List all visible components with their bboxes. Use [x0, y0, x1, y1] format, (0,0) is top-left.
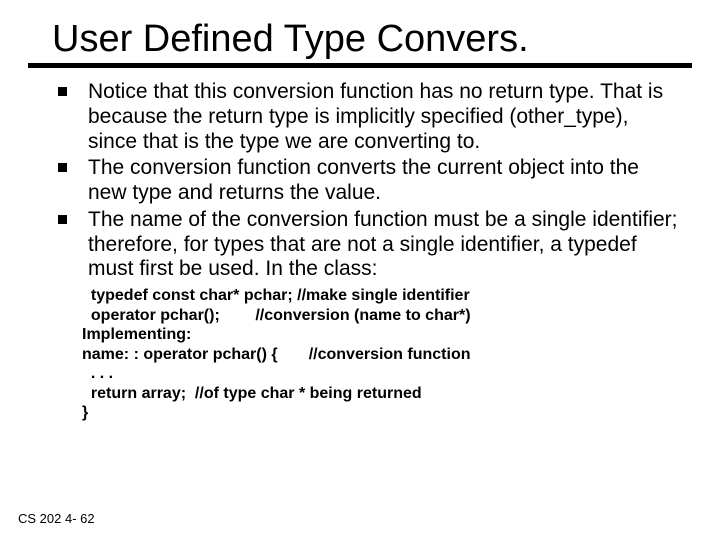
page-title: User Defined Type Convers.: [52, 18, 692, 61]
list-item: The conversion function converts the cur…: [58, 156, 682, 206]
bullet-list: Notice that this conversion function has…: [58, 80, 682, 282]
bullet-text: Notice that this conversion function has…: [88, 80, 663, 153]
slide-footer: CS 202 4- 62: [18, 511, 95, 526]
bullet-text: The conversion function converts the cur…: [88, 156, 639, 204]
title-rule: [28, 63, 692, 68]
bullet-icon: [58, 87, 67, 96]
bullet-text: The name of the conversion function must…: [88, 208, 678, 281]
list-item: Notice that this conversion function has…: [58, 80, 682, 154]
list-item: The name of the conversion function must…: [58, 208, 682, 282]
bullet-icon: [58, 163, 67, 172]
code-block: typedef const char* pchar; //make single…: [82, 286, 692, 423]
bullet-icon: [58, 215, 67, 224]
